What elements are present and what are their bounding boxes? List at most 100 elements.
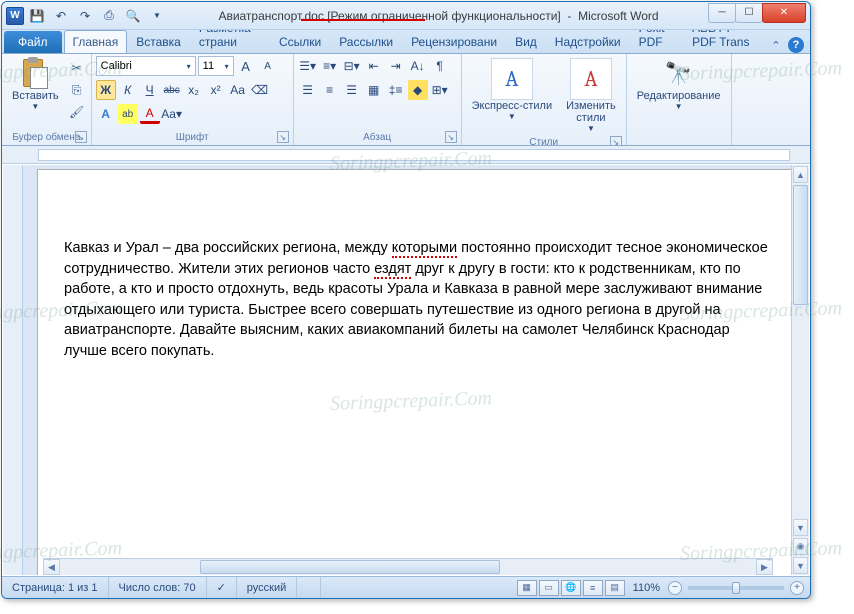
subscript-button[interactable]: x₂	[184, 80, 204, 100]
group-paragraph-label: Абзац↘	[298, 130, 457, 145]
style-preview-icon: A	[491, 58, 533, 100]
browse-next-icon[interactable]: ▼	[793, 557, 808, 574]
text-effects-icon[interactable]: A	[96, 104, 116, 124]
minimize-ribbon-icon[interactable]: ⌃	[768, 37, 784, 53]
hscroll-thumb[interactable]	[200, 560, 500, 574]
qat-save-icon[interactable]: 💾	[26, 5, 48, 27]
status-insert-mode[interactable]	[297, 577, 321, 598]
close-button[interactable]: ✕	[762, 3, 806, 23]
highlight-color-icon[interactable]: ab	[118, 104, 138, 124]
sort-icon[interactable]: A↓	[408, 56, 428, 76]
align-center-icon[interactable]: ≡	[320, 80, 340, 100]
paragraph-launcher-icon[interactable]: ↘	[445, 131, 457, 143]
change-styles-button[interactable]: A Изменить стили ▼	[560, 56, 622, 135]
grow-font-icon[interactable]: A	[236, 56, 256, 76]
tab-review[interactable]: Рецензировани	[402, 30, 506, 53]
font-size-dropdown[interactable]: 11▾	[198, 56, 234, 76]
justify-icon[interactable]: ▦	[364, 80, 384, 100]
status-proofing-icon[interactable]: ✓	[207, 577, 237, 598]
font-more-icon[interactable]: Aa▾	[162, 104, 182, 124]
group-paragraph: ☰▾ ≡▾ ⊟▾ ⇤ ⇥ A↓ ¶ ☰ ≡ ☰ ▦ ‡≡ ◆ ⊞▾	[294, 54, 462, 145]
editing-button[interactable]: 🔭 Редактирование ▼	[631, 56, 727, 113]
qat-customize-icon[interactable]: ▼	[146, 5, 168, 27]
tab-insert[interactable]: Вставка	[127, 30, 190, 53]
scroll-left-icon[interactable]: ◀	[43, 559, 60, 575]
help-icon[interactable]: ?	[788, 37, 804, 53]
font-launcher-icon[interactable]: ↘	[277, 131, 289, 143]
format-painter-icon[interactable]: 🖌	[67, 102, 87, 122]
scroll-right-icon[interactable]: ▶	[756, 559, 773, 575]
show-marks-icon[interactable]: ¶	[430, 56, 450, 76]
qat-extra2-icon[interactable]: 🔍	[122, 5, 144, 27]
font-color-icon[interactable]: A	[140, 104, 160, 124]
view-web-icon[interactable]: 🌐	[561, 580, 581, 596]
browse-prev-icon[interactable]: ◉	[793, 538, 808, 555]
change-case-button[interactable]: Aa	[228, 80, 248, 100]
scroll-down-icon[interactable]: ▼	[793, 519, 808, 536]
tab-home[interactable]: Главная	[64, 30, 128, 53]
horizontal-scrollbar[interactable]: ◀ ▶	[43, 558, 773, 575]
borders-icon[interactable]: ⊞▾	[430, 80, 450, 100]
status-language[interactable]: русский	[237, 577, 297, 598]
group-clipboard: Вставить ▼ ✂ ⎘ 🖌 Буфер обмена↘	[2, 54, 92, 145]
decrease-indent-icon[interactable]: ⇤	[364, 56, 384, 76]
view-fullscreen-icon[interactable]: ▭	[539, 580, 559, 596]
quick-styles-button[interactable]: A Экспресс-стили ▼	[466, 56, 558, 123]
view-outline-icon[interactable]: ≡	[583, 580, 603, 596]
qat-extra1-icon[interactable]: ⎙	[98, 5, 120, 27]
zoom-level[interactable]: 110%	[633, 582, 660, 594]
status-page[interactable]: Страница: 1 из 1	[2, 577, 109, 598]
word-app-icon[interactable]: W	[6, 7, 24, 25]
spellcheck-word[interactable]: ездят	[374, 261, 411, 279]
clear-format-icon[interactable]: ⌫	[250, 80, 270, 100]
vertical-scrollbar[interactable]: ▲ ▼ ◉ ▼	[791, 165, 809, 575]
cut-icon[interactable]: ✂	[67, 58, 87, 78]
clipboard-launcher-icon[interactable]: ↘	[75, 131, 87, 143]
window-controls: ─ ☐ ✕	[709, 3, 806, 23]
view-print-layout-icon[interactable]: ▦	[517, 580, 537, 596]
spellcheck-word[interactable]: которыми	[392, 240, 457, 258]
zoom-in-button[interactable]: +	[790, 581, 804, 595]
document-text[interactable]: Кавказ и Урал – два российских региона, …	[64, 238, 768, 361]
maximize-button[interactable]: ☐	[735, 3, 763, 23]
statusbar: Страница: 1 из 1 Число слов: 70 ✓ русски…	[2, 576, 810, 598]
strike-button[interactable]: abc	[162, 80, 182, 100]
tab-references[interactable]: Ссылки	[270, 30, 330, 53]
group-font: Calibri▾ 11▾ A A Ж К Ч abc x₂ x² Aa ⌫ A	[92, 54, 294, 145]
bullets-icon[interactable]: ☰▾	[298, 56, 318, 76]
tab-mailings[interactable]: Рассылки	[330, 30, 402, 53]
multilevel-icon[interactable]: ⊟▾	[342, 56, 362, 76]
paste-button[interactable]: Вставить ▼	[6, 56, 65, 113]
group-editing: 🔭 Редактирование ▼	[627, 54, 732, 145]
file-tab[interactable]: Файл	[4, 31, 62, 53]
italic-button[interactable]: К	[118, 80, 138, 100]
zoom-slider[interactable]	[688, 586, 784, 590]
find-icon: 🔭	[663, 58, 695, 90]
underline-button[interactable]: Ч	[140, 80, 160, 100]
zoom-slider-thumb[interactable]	[732, 582, 740, 594]
superscript-button[interactable]: x²	[206, 80, 226, 100]
numbering-icon[interactable]: ≡▾	[320, 56, 340, 76]
scroll-up-icon[interactable]: ▲	[793, 166, 808, 183]
bold-button[interactable]: Ж	[96, 80, 116, 100]
font-name-dropdown[interactable]: Calibri▾	[96, 56, 196, 76]
increase-indent-icon[interactable]: ⇥	[386, 56, 406, 76]
minimize-button[interactable]: ─	[708, 3, 736, 23]
align-left-icon[interactable]: ☰	[298, 80, 318, 100]
document-page[interactable]: Кавказ и Урал – два российских региона, …	[37, 169, 791, 575]
tab-addins[interactable]: Надстройки	[546, 30, 630, 53]
copy-icon[interactable]: ⎘	[67, 80, 87, 100]
align-right-icon[interactable]: ☰	[342, 80, 362, 100]
tab-view[interactable]: Вид	[506, 30, 546, 53]
vertical-ruler[interactable]	[3, 165, 23, 575]
qat-undo-icon[interactable]: ↶	[50, 5, 72, 27]
line-spacing-icon[interactable]: ‡≡	[386, 80, 406, 100]
view-draft-icon[interactable]: ▤	[605, 580, 625, 596]
horizontal-ruler[interactable]	[2, 146, 810, 164]
shrink-font-icon[interactable]: A	[258, 56, 278, 76]
shading-icon[interactable]: ◆	[408, 80, 428, 100]
vscroll-thumb[interactable]	[793, 185, 808, 305]
qat-redo-icon[interactable]: ↷	[74, 5, 96, 27]
zoom-out-button[interactable]: −	[668, 581, 682, 595]
status-wordcount[interactable]: Число слов: 70	[109, 577, 207, 598]
